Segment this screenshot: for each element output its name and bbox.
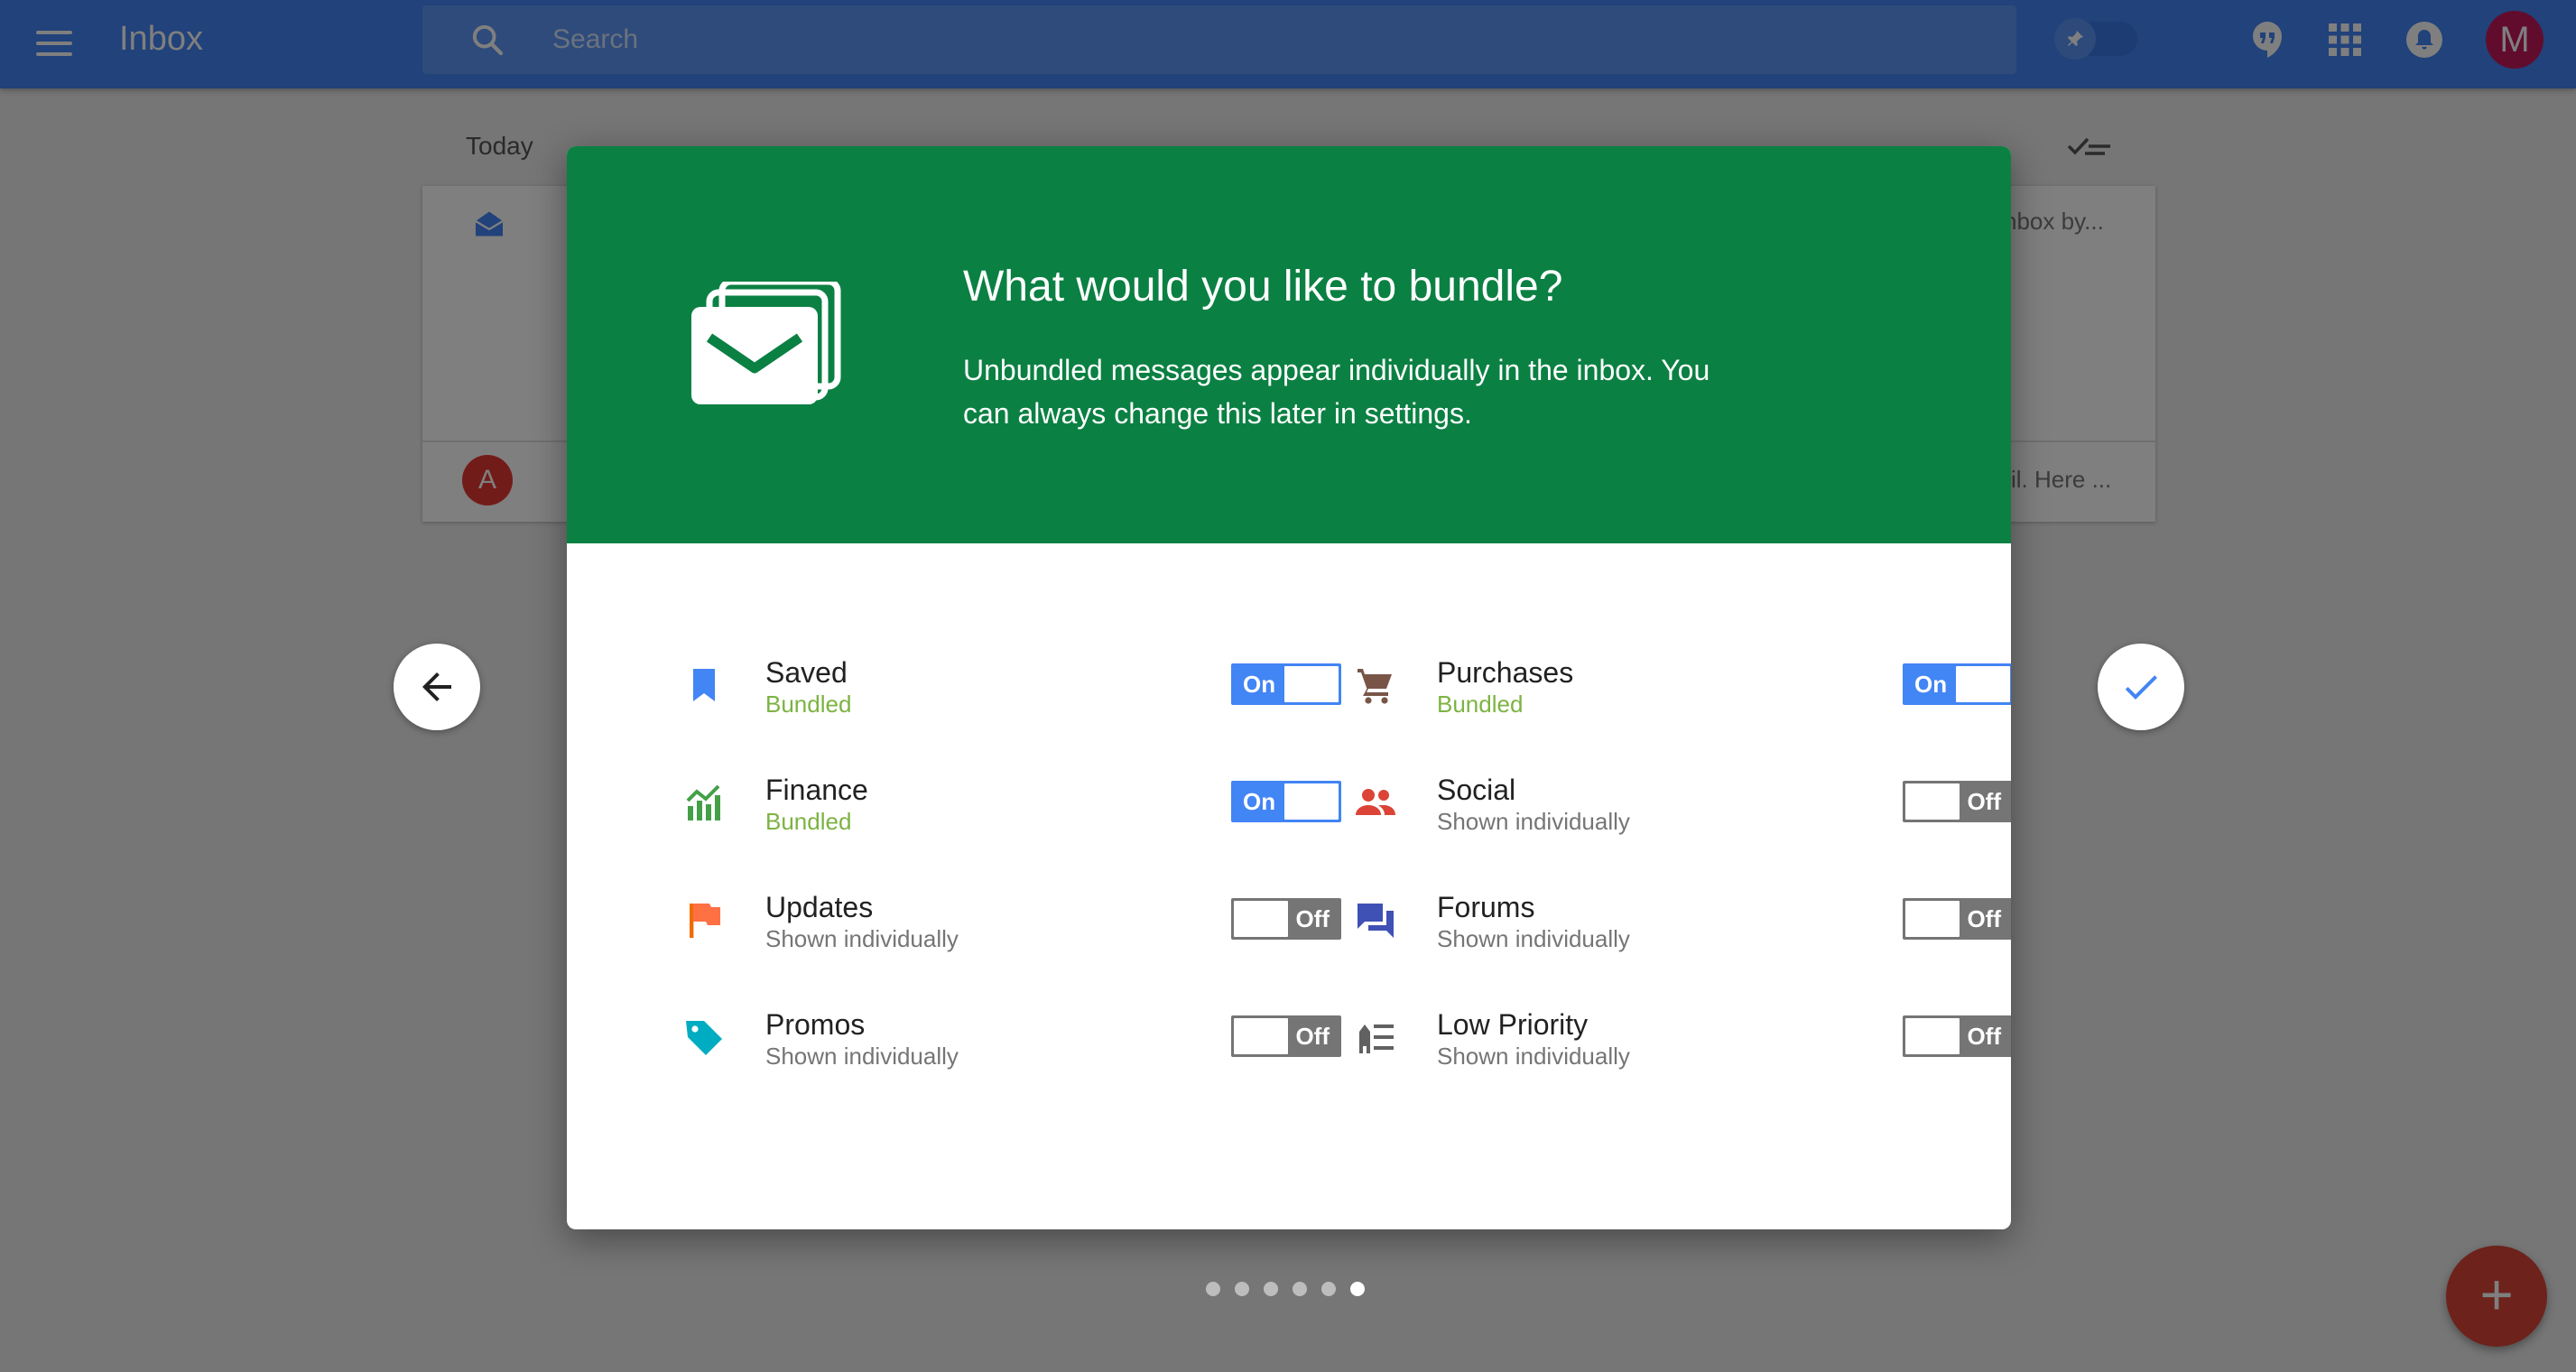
bundle-toggle-saved[interactable]: On	[1231, 663, 1341, 705]
option-name: Updates	[765, 891, 874, 923]
bundle-toggle-forums[interactable]: Off	[1903, 898, 2011, 940]
bundle-option-updates: Updates Shown individually Off	[682, 875, 1350, 965]
tag-icon	[686, 1021, 722, 1055]
cart-icon	[1357, 669, 1392, 704]
toggle-label: Off	[1295, 1023, 1330, 1050]
option-name: Promos	[765, 1008, 866, 1041]
people-icon	[1356, 789, 1395, 815]
option-name: Low Priority	[1437, 1008, 1589, 1041]
bundle-option-low-priority: Low Priority Shown individually Off	[1354, 992, 2011, 1082]
page-dot[interactable]	[1235, 1282, 1249, 1296]
bundle-option-saved: Saved Bundled On	[682, 640, 1350, 730]
forum-icon	[1357, 904, 1394, 938]
dialog-title: What would you like to bundle?	[963, 263, 1563, 311]
option-status: Shown individually	[1437, 1043, 1630, 1070]
option-status: Shown individually	[1437, 808, 1630, 835]
bundle-toggle-finance[interactable]: On	[1231, 781, 1341, 822]
option-status: Bundled	[765, 691, 852, 718]
toggle-label: Off	[1967, 905, 2001, 932]
option-name: Saved	[765, 656, 848, 689]
finance-chart-icon	[686, 784, 720, 820]
bundle-toggle-purchases[interactable]: On	[1903, 663, 2011, 705]
bundle-toggle-social[interactable]: Off	[1903, 781, 2011, 822]
bookmark-icon	[693, 669, 715, 701]
bundle-dialog: What would you like to bundle? Unbundled…	[567, 146, 2011, 1229]
page-dot[interactable]	[1206, 1282, 1220, 1296]
back-button[interactable]	[394, 644, 480, 730]
dialog-header: What would you like to bundle? Unbundled…	[567, 146, 2011, 543]
onboarding-pagination	[1206, 1280, 1372, 1298]
option-status: Shown individually	[765, 925, 959, 952]
toggle-label: Off	[1967, 1023, 2001, 1050]
page-dot[interactable]	[1293, 1282, 1307, 1296]
option-status: Bundled	[765, 808, 852, 835]
check-icon	[2125, 675, 2157, 700]
bundle-option-finance: Finance Bundled On	[682, 757, 1350, 848]
arrow-back-icon	[422, 672, 451, 701]
option-status: Shown individually	[1437, 925, 1630, 952]
option-name: Purchases	[1437, 656, 1574, 689]
bundle-toggle-updates[interactable]: Off	[1231, 898, 1341, 940]
flag-icon	[690, 904, 720, 938]
toggle-label: Off	[1967, 788, 2001, 815]
option-status: Bundled	[1437, 691, 1524, 718]
toggle-label: On	[1243, 671, 1276, 698]
option-name: Forums	[1437, 891, 1535, 923]
bundle-option-forums: Forums Shown individually Off	[1354, 875, 2011, 965]
page-dot-active[interactable]	[1350, 1282, 1365, 1296]
option-name: Social	[1437, 774, 1516, 806]
bundle-mail-icon	[691, 282, 841, 404]
dialog-description: Unbundled messages appear individually i…	[963, 354, 1710, 430]
page-dot[interactable]	[1264, 1282, 1278, 1296]
bundle-option-social: Social Shown individually Off	[1354, 757, 2011, 848]
toggle-label: On	[1914, 671, 1948, 698]
bundle-toggle-promos[interactable]: Off	[1231, 1015, 1341, 1057]
option-name: Finance	[765, 774, 868, 806]
bundle-option-promos: Promos Shown individually Off	[682, 992, 1350, 1082]
bundle-option-purchases: Purchases Bundled On	[1354, 640, 2011, 730]
toggle-label: On	[1243, 788, 1276, 815]
low-priority-icon	[1359, 1024, 1394, 1053]
toggle-label: Off	[1295, 905, 1330, 932]
bundle-toggle-low-priority[interactable]: Off	[1903, 1015, 2011, 1057]
done-button[interactable]	[2098, 644, 2184, 730]
page-dot[interactable]	[1321, 1282, 1336, 1296]
option-status: Shown individually	[765, 1043, 959, 1070]
